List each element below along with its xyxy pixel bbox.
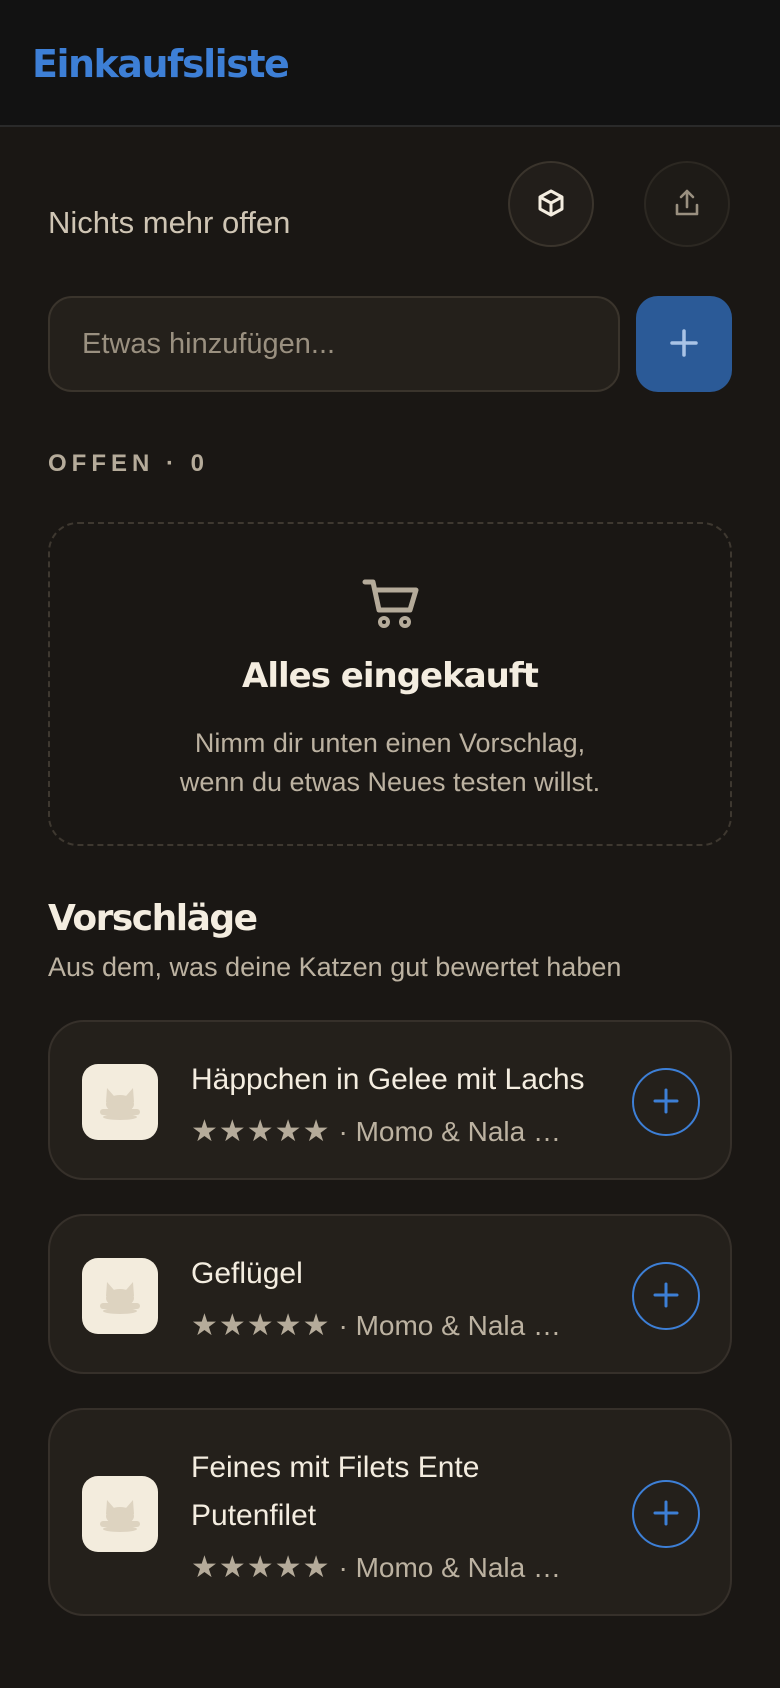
suggestion-name-line: Feines mit Filets Ente <box>191 1451 480 1484</box>
suggestion-name: Feines mit Filets Ente Putenfilet <box>191 1444 601 1540</box>
share-icon <box>671 187 703 222</box>
empty-state-line: wenn du etwas Neues testen willst. <box>179 767 601 797</box>
suggestion-meta-text: · Momo & Nala m... <box>338 1115 579 1147</box>
shopping-cart-icon <box>362 577 420 636</box>
plus-icon <box>653 1088 679 1117</box>
suggestion-name-line: Putenfilet <box>191 1499 317 1532</box>
suggestion-card: Feines mit Filets Ente Putenfilet ★★★★★ … <box>48 1408 732 1616</box>
suggestion-meta-text: · Momo & Nala m... <box>338 1551 579 1583</box>
cat-bowl-icon <box>82 1064 158 1140</box>
plus-icon <box>653 1282 679 1311</box>
suggestion-meta: ★★★★★ · Momo & Nala m... <box>191 1550 591 1585</box>
suggestion-meta: ★★★★★ · Momo & Nala m... <box>191 1114 591 1149</box>
suggestion-name: Häppchen in Gelee mit Lachs <box>191 1063 585 1096</box>
rating-stars: ★★★★★ <box>191 1551 331 1584</box>
add-suggestion-button[interactable] <box>632 1262 700 1330</box>
cat-bowl-icon <box>82 1476 158 1552</box>
rating-stars: ★★★★★ <box>191 1115 331 1148</box>
share-button[interactable] <box>644 161 730 247</box>
status-text: Nichts mehr offen <box>48 205 291 240</box>
suggestions-subtitle: Aus dem, was deine Katzen gut bewertet h… <box>48 952 622 982</box>
suggestions-title: Vorschläge <box>48 898 258 939</box>
empty-state: Alles eingekauft Nimm dir unten einen Vo… <box>48 522 732 846</box>
suggestion-card: Häppchen in Gelee mit Lachs ★★★★★ · Momo… <box>48 1020 732 1180</box>
rating-stars: ★★★★★ <box>191 1309 331 1342</box>
add-suggestion-button[interactable] <box>632 1068 700 1136</box>
suggestion-meta: ★★★★★ · Momo & Nala m... <box>191 1308 591 1343</box>
app-title: Einkaufsliste <box>32 42 290 86</box>
suggestion-card: Geflügel ★★★★★ · Momo & Nala m... <box>48 1214 732 1374</box>
suggestion-name: Geflügel <box>191 1257 303 1290</box>
empty-state-title: Alles eingekauft <box>242 656 539 696</box>
suggestion-meta-text: · Momo & Nala m... <box>338 1309 579 1341</box>
open-section-label: OFFEN · 0 <box>48 450 210 477</box>
plus-icon <box>653 1500 679 1529</box>
empty-state-line: Nimm dir unten einen Vorschlag, <box>194 728 586 758</box>
plus-icon <box>669 328 699 361</box>
cat-bowl-icon <box>82 1258 158 1334</box>
add-item-button[interactable] <box>636 296 732 392</box>
app-header: Einkaufsliste <box>0 0 780 127</box>
cube-button[interactable] <box>508 161 594 247</box>
add-suggestion-button[interactable] <box>632 1480 700 1548</box>
add-item-input[interactable] <box>48 296 620 392</box>
empty-state-text: Nimm dir unten einen Vorschlag, wenn du … <box>50 724 730 802</box>
cube-icon <box>535 187 567 222</box>
